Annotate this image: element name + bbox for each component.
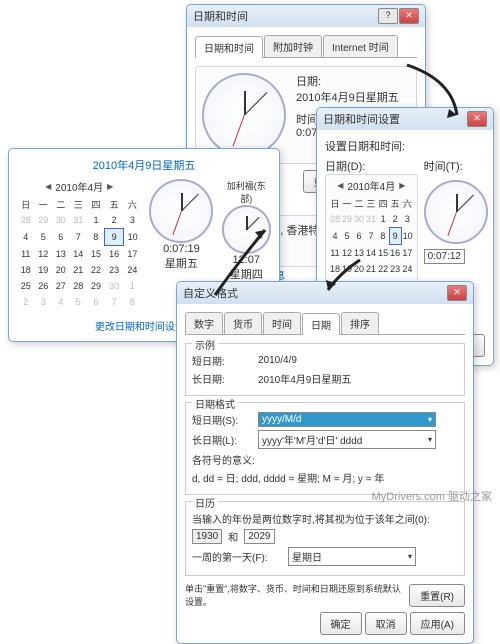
- analog-clock: [424, 180, 488, 244]
- time-label: 时间(T):: [424, 158, 488, 174]
- year-from: 1930: [192, 529, 222, 544]
- local-day: 星期五: [149, 255, 213, 271]
- other-time: 12:07: [221, 254, 271, 266]
- help-button[interactable]: ?: [378, 8, 398, 24]
- customize-format-window: 自定义格式 ✕ 数字 货币 时间 日期 排序 示例 短日期:2010/4/9 长…: [176, 281, 474, 644]
- close-button[interactable]: ✕: [399, 8, 419, 24]
- next-month-button[interactable]: ▶: [399, 181, 405, 190]
- date-label: 日期:: [296, 73, 399, 89]
- short-format-select[interactable]: yyyy/M/d: [258, 412, 436, 427]
- close-button[interactable]: ✕: [467, 111, 487, 127]
- apply-button[interactable]: 应用(A): [410, 612, 465, 635]
- tab-sort[interactable]: 排序: [341, 312, 379, 334]
- calendar[interactable]: 日一二三四五六282930311234567891011121314151617…: [17, 196, 141, 310]
- watermark: MyDrivers.com 驱动之家: [372, 488, 492, 504]
- year-to-input[interactable]: 2029: [244, 529, 274, 544]
- ok-button[interactable]: 确定: [320, 612, 362, 635]
- title: 日期和时间: [193, 8, 248, 24]
- local-clock: [149, 179, 213, 243]
- local-time: 0:07:19: [149, 243, 213, 255]
- long-format-select[interactable]: yyyy'年'M'月'd'日' dddd: [258, 430, 436, 449]
- prev-month-button[interactable]: ◀: [337, 181, 343, 190]
- other-clock: [222, 205, 271, 254]
- tab-date[interactable]: 日期: [302, 313, 340, 335]
- other-day: 星期四: [221, 266, 271, 282]
- tab-datetime[interactable]: 日期和时间: [195, 36, 263, 58]
- next-month-button[interactable]: ▶: [107, 182, 113, 191]
- title: 日期和时间设置: [323, 111, 400, 127]
- cancel-button[interactable]: 取消: [365, 612, 407, 635]
- title: 自定义格式: [183, 285, 238, 301]
- month-label: 2010年4月: [55, 179, 103, 194]
- month-label: 2010年4月: [347, 178, 395, 193]
- reset-button[interactable]: 重置(R): [409, 584, 465, 607]
- tab-number[interactable]: 数字: [185, 312, 223, 334]
- calendar-label: 日历: [192, 495, 218, 510]
- tab-currency[interactable]: 货币: [224, 312, 262, 334]
- firstday-select[interactable]: 星期日: [288, 547, 416, 566]
- tab-time[interactable]: 时间: [263, 312, 301, 334]
- time-input[interactable]: 0:07:12: [424, 249, 465, 264]
- prev-month-button[interactable]: ◀: [45, 182, 51, 191]
- heading: 设置日期和时间:: [325, 138, 485, 154]
- header-date: 2010年4月9日星期五: [17, 157, 271, 173]
- date-label: 日期(D):: [325, 158, 418, 174]
- example-label: 示例: [192, 337, 218, 352]
- analog-clock: [202, 73, 286, 157]
- tz-label: 加利福(东部): [221, 179, 271, 205]
- date-value: 2010年4月9日星期五: [296, 89, 399, 105]
- tab-additional-clocks[interactable]: 附加时钟: [264, 35, 322, 57]
- dateformat-label: 日期格式: [192, 396, 238, 411]
- close-button[interactable]: ✕: [447, 285, 467, 301]
- tab-internet-time[interactable]: Internet 时间: [323, 35, 398, 57]
